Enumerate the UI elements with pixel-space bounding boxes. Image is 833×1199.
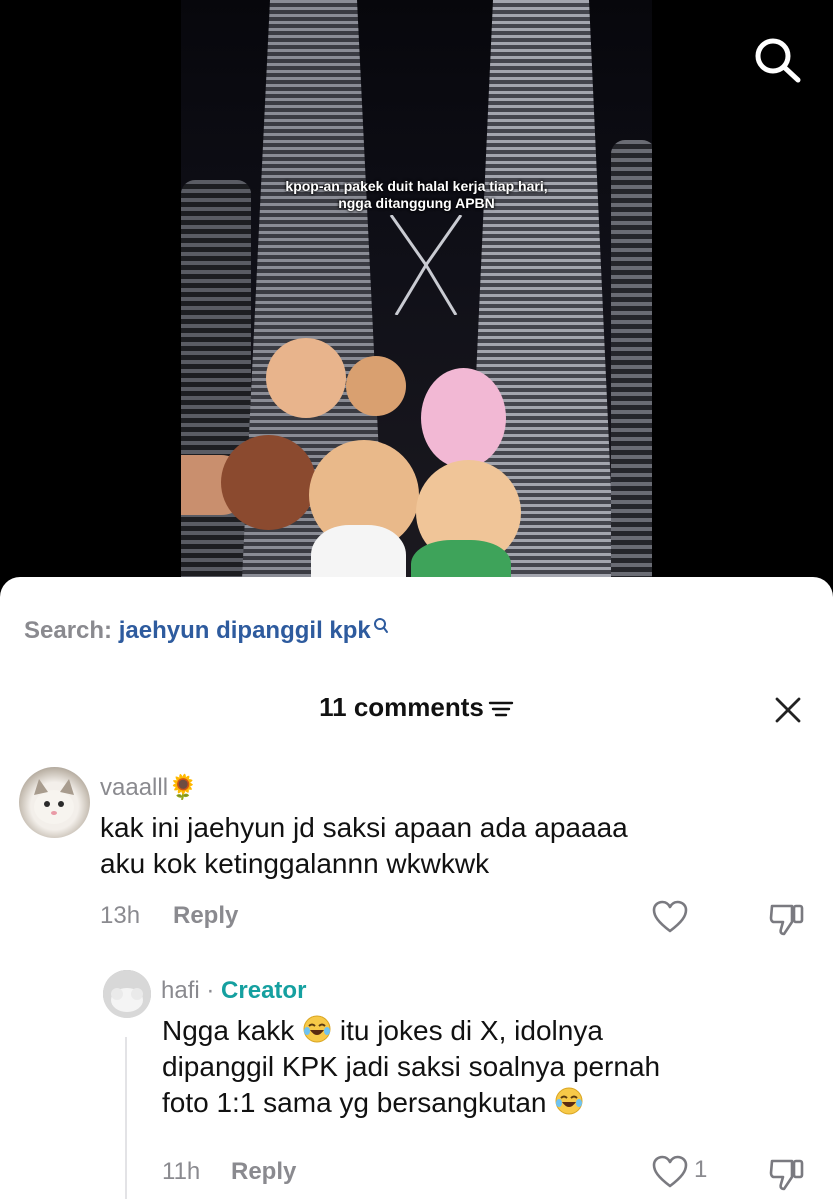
plush-toy xyxy=(421,368,506,468)
heart-outline-icon[interactable] xyxy=(652,900,688,934)
comment-text: kak ini jaehyun jd saksi apaan ada apaaa… xyxy=(100,810,800,882)
plush-toy xyxy=(266,338,346,418)
comment-line: Ngga kakk itu jokes di X, idolnya xyxy=(162,1013,812,1049)
username[interactable]: vaaalll xyxy=(100,774,168,801)
comment-line: dipanggil KPK jadi saksi soalnya pernah xyxy=(162,1051,661,1082)
search-suggestion[interactable]: Search: jaehyun dipanggil kpk xyxy=(24,617,389,645)
comment-author[interactable]: vaaalll🌻 xyxy=(100,773,198,802)
comments-sheet: Search: jaehyun dipanggil kpk 11 comment… xyxy=(0,577,833,1199)
comments-header: 11 comments xyxy=(0,692,833,723)
comment-text: Ngga kakk itu jokes di X, idolnya dipang… xyxy=(162,1013,812,1121)
caption-line: ngga ditanggung APBN xyxy=(338,195,495,211)
creator-avatar-icon xyxy=(103,970,151,1018)
reply-button[interactable]: Reply xyxy=(231,1158,296,1186)
creator-badge: Creator xyxy=(221,977,307,1004)
thumbs-down-outline-icon[interactable] xyxy=(768,1155,806,1193)
plush-toy xyxy=(221,435,316,530)
separator: · xyxy=(206,977,215,1004)
search-icon[interactable] xyxy=(373,617,389,635)
background-building xyxy=(181,180,251,600)
comment-line: aku kok ketinggalannn wkwkwk xyxy=(100,848,490,879)
sort-lines-icon[interactable] xyxy=(488,699,514,719)
comment-fragment: foto 1:1 sama yg bersangkutan xyxy=(162,1087,547,1118)
caption-line: kpop-an pakek duit halal kerja tiap hari… xyxy=(285,178,548,194)
comment-fragment: Ngga kakk xyxy=(162,1015,295,1046)
sunflower-emoji: 🌻 xyxy=(168,774,198,801)
search-icon[interactable] xyxy=(752,35,804,85)
skybridge xyxy=(389,215,463,315)
like-count: 1 xyxy=(694,1156,708,1183)
avatar[interactable] xyxy=(19,767,90,838)
username[interactable]: hafi xyxy=(161,977,200,1004)
thumbs-down-outline-icon[interactable] xyxy=(768,900,806,938)
thread-line xyxy=(125,1037,127,1199)
comment-line: foto 1:1 sama yg bersangkutan xyxy=(162,1085,812,1121)
avatar[interactable] xyxy=(103,970,151,1018)
reply-button[interactable]: Reply xyxy=(173,902,238,930)
comment-timestamp: 11h xyxy=(162,1158,201,1185)
heart-outline-icon[interactable] xyxy=(652,1155,688,1189)
comment-author[interactable]: hafi · Creator xyxy=(161,977,306,1005)
cat-avatar-icon xyxy=(34,779,74,824)
comment-line: kak ini jaehyun jd saksi apaan ada apaaa… xyxy=(100,812,628,843)
comment-timestamp: 13h xyxy=(100,902,141,929)
plush-toy xyxy=(346,356,406,416)
search-prefix: Search: xyxy=(24,617,113,644)
search-query-link[interactable]: jaehyun dipanggil kpk xyxy=(119,617,371,644)
video-caption: kpop-an pakek duit halal kerja tiap hari… xyxy=(181,178,652,212)
close-icon[interactable] xyxy=(773,695,803,725)
video-frame[interactable]: kpop-an pakek duit halal kerja tiap hari… xyxy=(181,0,652,600)
comments-count: 11 comments xyxy=(319,692,484,722)
laughing-emoji-icon xyxy=(555,1087,583,1115)
comment-fragment: itu jokes di X, idolnya xyxy=(339,1015,603,1046)
video-area[interactable]: kpop-an pakek duit halal kerja tiap hari… xyxy=(0,0,833,600)
laughing-emoji-icon xyxy=(303,1015,331,1043)
